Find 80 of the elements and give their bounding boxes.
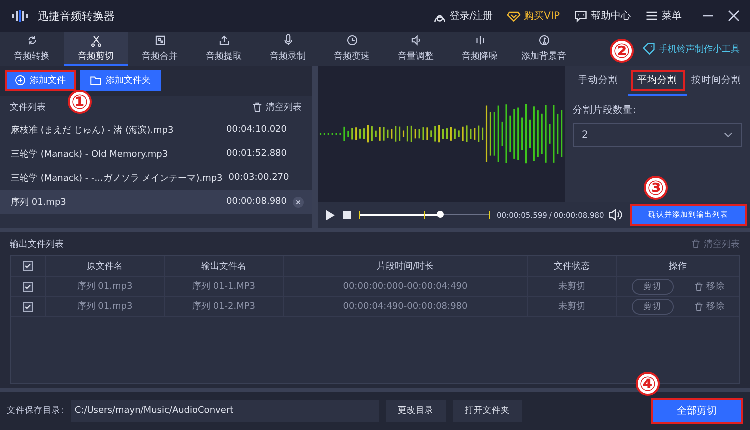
cut-button[interactable]: 剪切	[632, 298, 674, 314]
logo-icon	[10, 8, 30, 24]
step-marker: ②	[610, 39, 634, 63]
remove-icon[interactable]	[293, 196, 304, 208]
table-cell-text: 序列 01.mp3	[77, 300, 133, 313]
clear-list-link[interactable]: 清空列表	[252, 100, 302, 114]
column-header: 片段时间/时长	[376, 260, 434, 272]
tool-tab[interactable]: 音量调整	[384, 32, 448, 66]
table-cell: 00:00:04:490-00:00:08:980	[343, 302, 468, 312]
trash-icon	[252, 102, 263, 112]
open-folder-button[interactable]: 打开文件夹	[452, 400, 522, 422]
table-cell-text: 未剪切	[558, 280, 586, 293]
column-header: 原文件名	[87, 260, 123, 272]
split-mode-tab[interactable]: 手动分割	[569, 66, 628, 96]
ringtone-tool-link[interactable]: 手机铃声制作小工具	[643, 32, 740, 66]
add-folder-button[interactable]: 添加文件夹	[80, 70, 161, 91]
save-dir-label: 文件保存目录:	[7, 405, 64, 417]
diamond-icon	[507, 9, 522, 23]
row-checkbox[interactable]	[23, 282, 33, 292]
split-mode-tab[interactable]: 平均分割	[628, 66, 687, 96]
tool-tab[interactable]: 音频转换	[0, 32, 64, 66]
window-title: 迅捷音频转换器	[38, 8, 115, 24]
column-header: 操作	[669, 260, 687, 272]
speaker-icon[interactable]	[609, 209, 622, 221]
folder-icon	[90, 74, 102, 86]
tool-tab[interactable]: 添加背景音	[512, 32, 576, 66]
add-file-button[interactable]: 添加文件	[5, 70, 76, 91]
output-list-title: 输出文件列表	[10, 238, 64, 250]
column-header: 文件状态	[554, 260, 590, 272]
header-link[interactable]: 帮助中心	[574, 9, 631, 23]
speaker-icon	[410, 34, 422, 46]
file-row[interactable]: 三轮学 (Manack) - Old Memory.mp3 00:01:52.880	[0, 142, 312, 166]
tool-tab[interactable]: 音频合并	[128, 32, 192, 66]
remove-link[interactable]: 移除	[694, 280, 724, 293]
header-link[interactable]: 登录/注册	[432, 9, 494, 23]
table-cell: 00:00:00:000-00:00:04:490	[343, 282, 468, 292]
seek-slider[interactable]	[359, 211, 489, 219]
tool-tab[interactable]: 音频提取	[192, 32, 256, 66]
segment-count-label: 分割片段数量:	[573, 104, 638, 117]
table-cell-text: 序列 01.mp3	[77, 280, 133, 293]
header-link[interactable]: 菜单	[645, 9, 682, 23]
cut-button[interactable]: 剪切	[632, 278, 674, 294]
trash-icon	[691, 239, 701, 249]
table-cell-text: 未剪切	[558, 300, 586, 313]
column-header: 输出文件名	[202, 260, 246, 272]
file-row[interactable]: 麻枝准 (まえだ じゅん) - 渚 (海滨).mp3 00:04:10.020	[0, 118, 312, 142]
tool-tab[interactable]: 音频变速	[320, 32, 384, 66]
select-all-checkbox[interactable]	[23, 261, 33, 271]
change-dir-button[interactable]: 更改目录	[386, 400, 446, 422]
tag-icon	[643, 43, 655, 55]
tool-tab[interactable]: 音频降噪	[448, 32, 512, 66]
split-mode-tab[interactable]: 按时间分割	[687, 66, 746, 96]
segment-count-dropdown[interactable]: 2	[573, 123, 742, 147]
close-icon[interactable]	[728, 10, 740, 22]
upload-icon	[218, 34, 230, 46]
music-note-icon	[538, 34, 550, 46]
bars-icon	[474, 34, 486, 46]
tool-tab[interactable]: 音频录制	[256, 32, 320, 66]
play-icon[interactable]	[326, 210, 335, 220]
file-row[interactable]: 三轮学 (Manack) - -...ガノソラ メインテーマ).mp3 00:03:00.270	[0, 166, 312, 190]
save-path-field[interactable]: C:/Users/mayn/Music/AudioConvert	[70, 400, 379, 422]
table-cell-text: 序列 01-1.MP3	[192, 280, 256, 293]
file-row[interactable]: 序列 01.mp3 00:00:08.980	[0, 190, 312, 214]
header-link[interactable]: 购买VIP	[507, 9, 560, 23]
table-cell-text: 序列 01-2.MP3	[192, 300, 256, 313]
step-marker: ③	[644, 176, 668, 200]
step-marker: ①	[68, 90, 92, 114]
clock-icon	[346, 34, 358, 46]
refresh-icon	[26, 34, 38, 46]
chevron-down-icon	[724, 132, 733, 138]
trash-icon	[694, 282, 704, 292]
trash-icon	[694, 302, 704, 312]
list-title: 文件列表	[10, 102, 46, 114]
remove-link[interactable]: 移除	[694, 300, 724, 313]
scissors-icon	[90, 34, 102, 46]
cut-all-button[interactable]: 全部剪切	[651, 398, 743, 424]
chat-icon	[574, 9, 588, 23]
tool-tab[interactable]: 音频剪切	[64, 32, 128, 66]
menu-icon	[645, 9, 659, 23]
row-checkbox[interactable]	[23, 302, 33, 312]
